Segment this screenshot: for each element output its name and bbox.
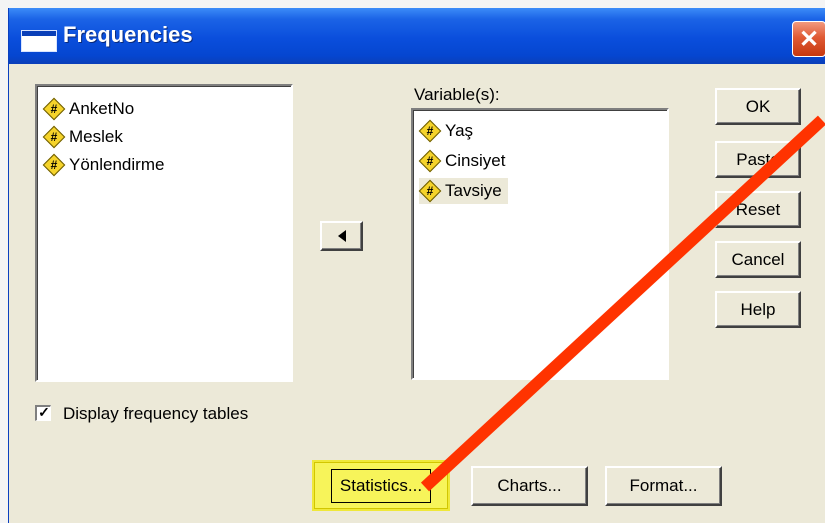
source-variable-list[interactable]: # AnketNo # Meslek # Yönlendirme [35,84,293,382]
move-variable-button[interactable] [320,221,363,251]
list-item-selected[interactable]: # Tavsiye [419,178,508,204]
variable-label: Yaş [445,121,474,140]
display-frequency-tables-label: Display frequency tables [63,404,249,423]
numeric-variable-icon: # [419,180,441,202]
window-title: Frequencies [63,22,193,47]
variable-label: Meslek [69,127,123,146]
variables-label: Variable(s): [414,85,500,104]
reset-button[interactable]: Reset [715,191,801,228]
list-item[interactable]: # Yaş [419,118,473,144]
left-arrow-icon [337,230,346,242]
numeric-variable-icon: # [419,150,441,172]
cancel-button[interactable]: Cancel [715,241,801,278]
list-item[interactable]: # Meslek [43,124,123,150]
numeric-variable-icon: # [419,120,441,142]
window-icon [21,30,57,52]
statistics-button[interactable]: Statistics... [312,460,450,511]
variable-label: Tavsiye [445,181,502,200]
list-item[interactable]: # Yönlendirme [43,152,165,178]
close-icon: ✕ [798,25,820,53]
close-button[interactable]: ✕ [792,21,825,57]
ok-button-label: OK [745,96,771,116]
background-strip-top [0,0,825,8]
charts-button-label: Charts... [497,476,562,495]
format-button-label: Format... [629,476,698,495]
list-item[interactable]: # Cinsiyet [419,148,506,174]
paste-button-label: Paste [736,149,780,169]
variable-label: Yönlendirme [69,155,165,174]
format-button[interactable]: Format... [605,466,722,506]
paste-button[interactable]: Paste [715,141,801,178]
checkmark-icon: ✓ [38,404,50,420]
list-item[interactable]: # AnketNo [43,96,135,122]
variable-label: AnketNo [69,99,135,118]
background-strip-left [0,0,8,523]
frequencies-dialog: Frequencies ✕ # AnketNo # Meslek # Yönle… [8,8,825,523]
help-button-label: Help [740,299,776,319]
reset-button-label: Reset [735,199,781,219]
variable-label: Cinsiyet [445,151,506,170]
display-frequency-tables-checkbox[interactable]: ✓ [35,404,51,421]
numeric-variable-icon: # [43,126,65,148]
ok-button[interactable]: OK [715,88,801,125]
charts-button[interactable]: Charts... [471,466,588,506]
statistics-button-label: Statistics... [330,468,432,503]
selected-variables-list[interactable]: # Yaş # Cinsiyet # Tavsiye [411,108,669,380]
title-bar[interactable]: Frequencies ✕ [9,8,825,64]
numeric-variable-icon: # [43,98,65,120]
cancel-button-label: Cancel [731,249,785,269]
help-button[interactable]: Help [715,291,801,328]
numeric-variable-icon: # [43,154,65,176]
